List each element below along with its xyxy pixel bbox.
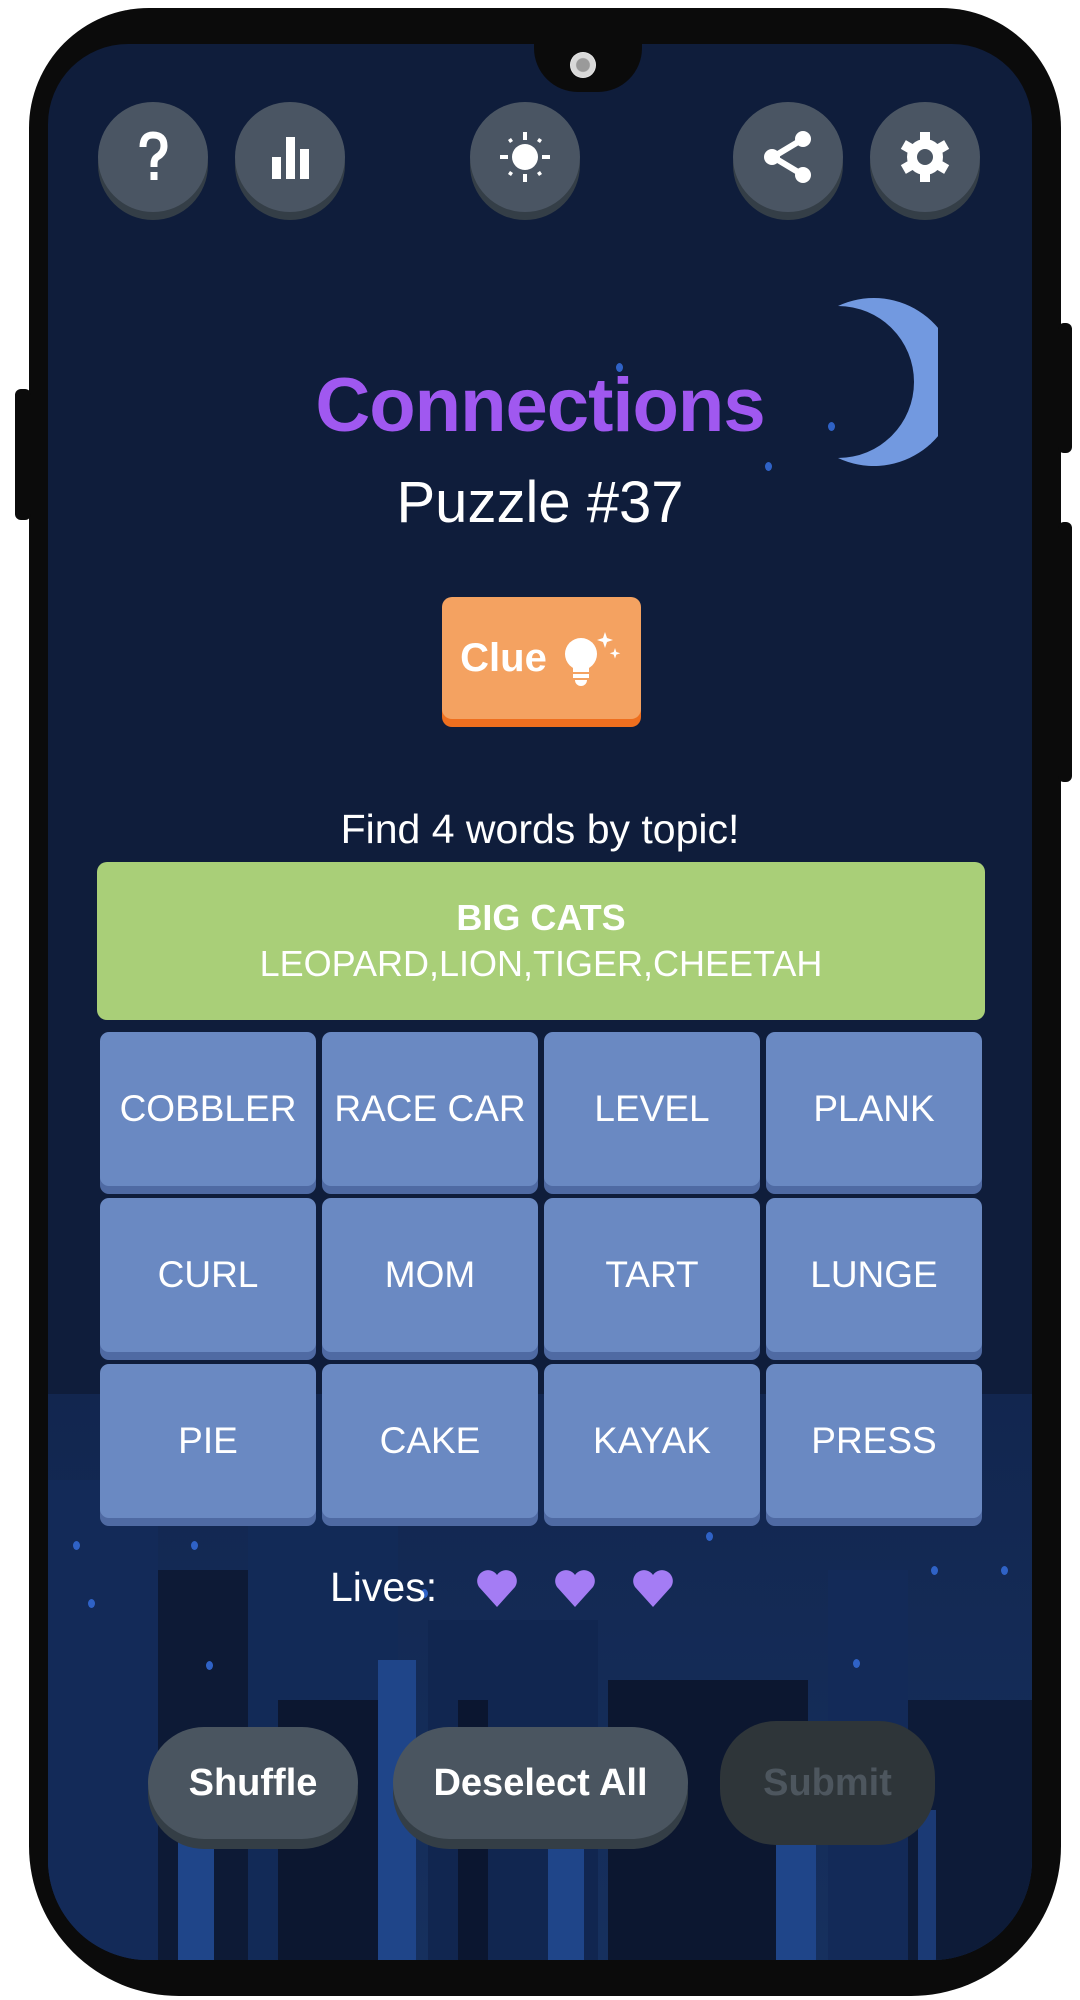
phone-volume-button — [1058, 323, 1072, 453]
word-tile[interactable]: PLANK — [766, 1032, 982, 1186]
solved-group-category: BIG CATS — [456, 897, 626, 938]
submit-button[interactable]: Submit — [720, 1721, 935, 1845]
solved-group: BIG CATS LEOPARD,LION,TIGER,CHEETAH — [97, 862, 985, 1020]
lives-label: Lives: — [330, 1564, 438, 1610]
app-title: Connections — [315, 363, 765, 448]
bar-chart-icon — [272, 137, 309, 179]
word-tile[interactable]: CAKE — [322, 1364, 538, 1518]
word-tile[interactable]: MOM — [322, 1198, 538, 1352]
clue-label: Clue — [460, 635, 547, 680]
word-tile[interactable]: COBBLER — [100, 1032, 316, 1186]
heart-icon — [633, 1569, 673, 1607]
share-icon — [764, 131, 811, 183]
word-tile[interactable]: PRESS — [766, 1364, 982, 1518]
word-tile[interactable]: TART — [544, 1198, 760, 1352]
instruction-text: Find 4 words by topic! — [340, 806, 740, 852]
sun-icon — [500, 132, 550, 182]
heart-icon — [477, 1569, 517, 1607]
phone-side-button-left — [15, 389, 31, 520]
settings-button[interactable] — [870, 102, 980, 212]
help-button[interactable] — [98, 102, 208, 212]
shuffle-button[interactable]: Shuffle — [148, 1727, 358, 1839]
word-tile[interactable]: RACE CAR — [322, 1032, 538, 1186]
word-tile[interactable]: PIE — [100, 1364, 316, 1518]
gear-icon — [900, 132, 950, 182]
camera-icon — [570, 52, 596, 78]
phone-power-button — [1058, 522, 1072, 782]
help-icon — [139, 131, 168, 180]
app-screen: Connections Puzzle #37 Clue Find 4 words… — [48, 44, 1032, 1960]
word-tile[interactable]: LUNGE — [766, 1198, 982, 1352]
lightbulb-sparkle-icon — [564, 632, 621, 686]
lives-indicator: Lives: — [330, 1564, 675, 1611]
solved-group-words: LEOPARD,LION,TIGER,CHEETAH — [259, 943, 823, 984]
word-tile[interactable]: CURL — [100, 1198, 316, 1352]
share-button[interactable] — [733, 102, 843, 212]
word-tile[interactable]: LEVEL — [544, 1032, 760, 1186]
puzzle-number: Puzzle #37 — [396, 470, 684, 535]
heart-icon — [555, 1569, 595, 1607]
deselect-all-button[interactable]: Deselect All — [393, 1727, 688, 1839]
word-tile[interactable]: KAYAK — [544, 1364, 760, 1518]
stats-button[interactable] — [235, 102, 345, 212]
clue-button[interactable]: Clue — [442, 597, 641, 719]
theme-toggle-button[interactable] — [470, 102, 580, 212]
word-grid: COBBLER RACE CAR LEVEL PLANK CURL MOM TA… — [100, 1032, 982, 1518]
